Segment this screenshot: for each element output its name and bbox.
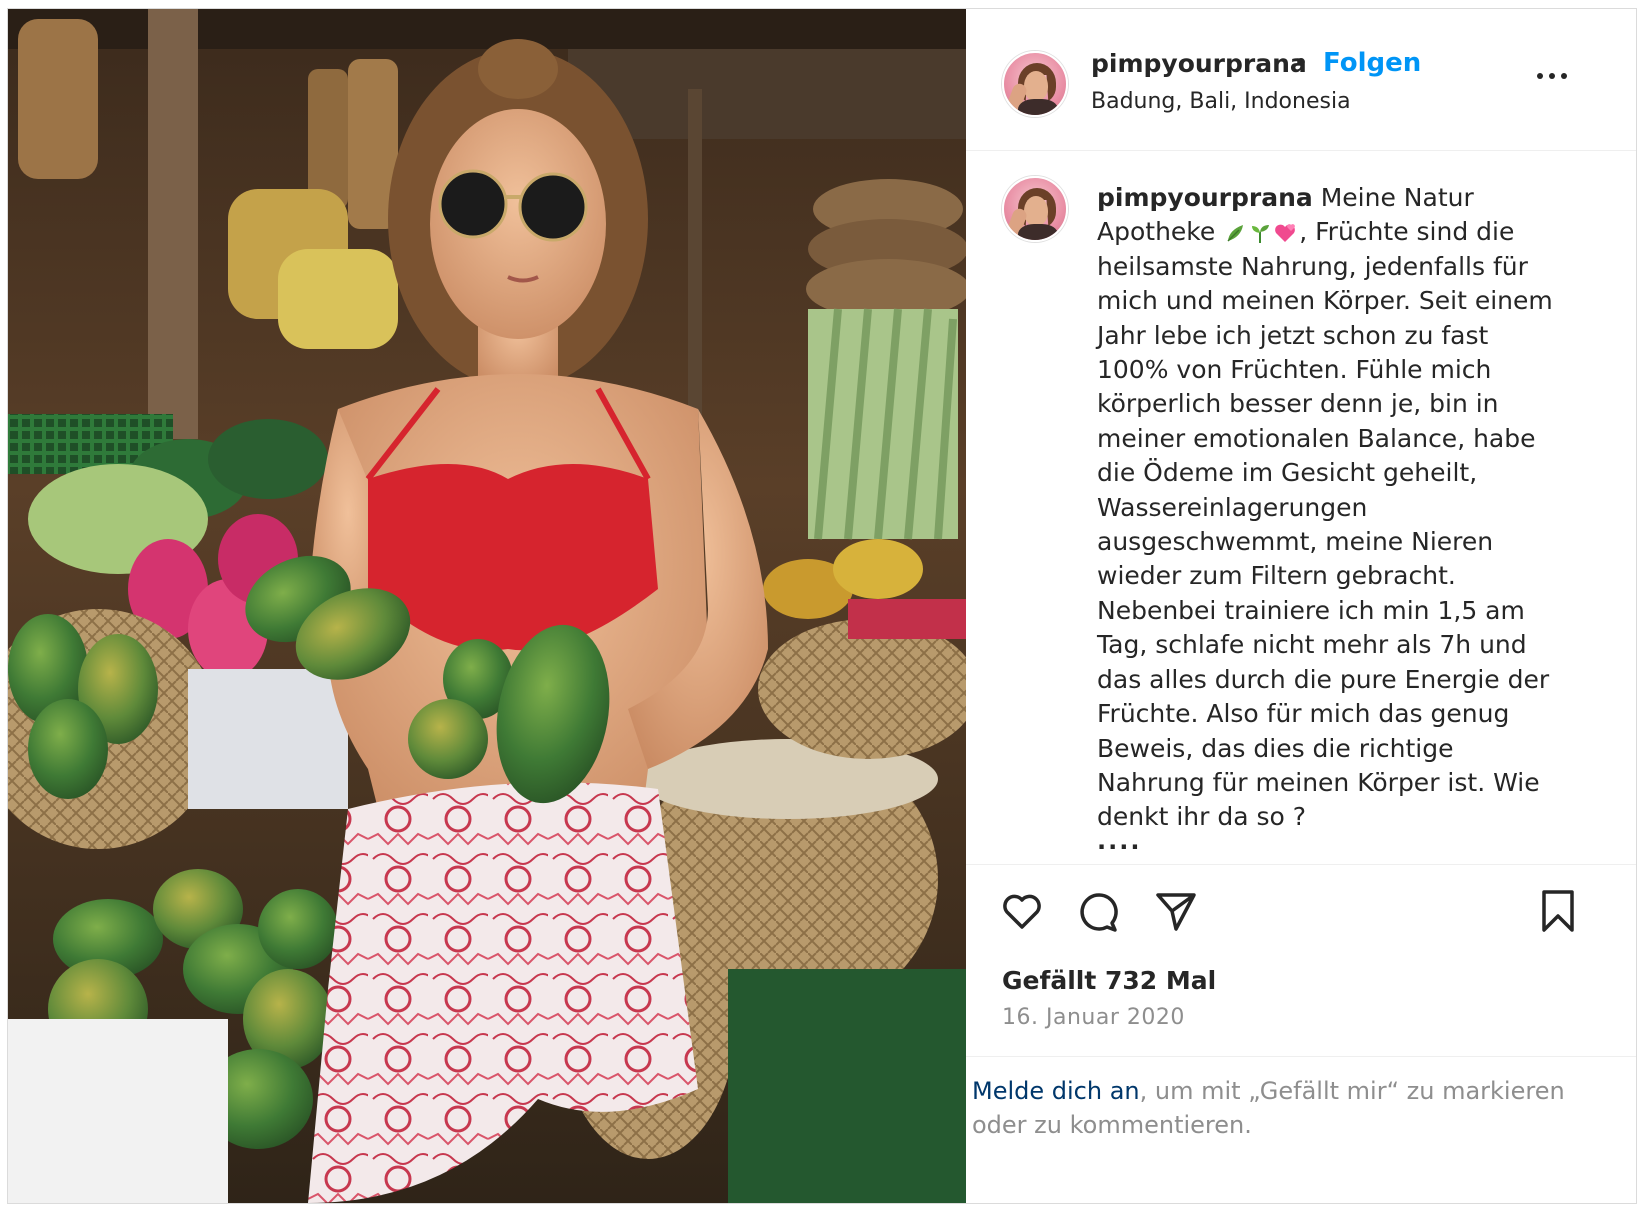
- comment-icon[interactable]: [1074, 887, 1122, 935]
- heart-icon[interactable]: [998, 887, 1046, 935]
- login-prompt-text: Melde dich an, um mit „Gefällt mir“ zu m…: [972, 1074, 1612, 1142]
- login-prompt: Melde dich an, um mit „Gefällt mir“ zu m…: [966, 1056, 1636, 1203]
- separator-dot: •: [1294, 51, 1309, 76]
- share-icon[interactable]: [1152, 887, 1200, 935]
- caption-text: pimpyourprana Meine Natur Apotheke , Frü…: [1097, 181, 1567, 835]
- post-header: pimpyourprana • Folgen Badung, Bali, Ind…: [966, 9, 1636, 151]
- post-date: 16. Januar 2020: [1002, 1005, 1185, 1030]
- action-bar: [966, 864, 1636, 961]
- market-photo-illustration: [8, 9, 966, 1203]
- herb-emoji-icon: [1227, 225, 1244, 242]
- caption-avatar[interactable]: [1002, 176, 1068, 242]
- post-side-panel: pimpyourprana • Folgen Badung, Bali, Ind…: [966, 9, 1636, 1203]
- caption-part2: , Früchte sind die heilsamste Nahrung, j…: [1097, 217, 1553, 832]
- login-link[interactable]: Melde dich an: [972, 1077, 1140, 1105]
- bookmark-icon[interactable]: [1534, 887, 1582, 935]
- post-photo[interactable]: [8, 9, 966, 1203]
- follow-button[interactable]: Folgen: [1323, 48, 1421, 78]
- likes-count[interactable]: Gefällt 732 Mal: [1002, 966, 1216, 995]
- instagram-post-embed: pimpyourprana • Folgen Badung, Bali, Ind…: [7, 8, 1637, 1204]
- location-link[interactable]: Badung, Bali, Indonesia: [1091, 89, 1351, 114]
- more-horizontal-icon[interactable]: [1532, 69, 1572, 83]
- emoji-group: [1225, 222, 1297, 244]
- profile-avatar[interactable]: [1002, 51, 1068, 117]
- two-hearts-emoji-icon: [1275, 224, 1296, 243]
- caption-username[interactable]: pimpyourprana: [1097, 183, 1313, 212]
- caption-section: pimpyourprana Meine Natur Apotheke , Frü…: [966, 152, 1636, 864]
- caption-more[interactable]: ....: [1097, 827, 1141, 855]
- seedling-emoji-icon: [1252, 225, 1270, 244]
- username-link[interactable]: pimpyourprana: [1091, 49, 1307, 78]
